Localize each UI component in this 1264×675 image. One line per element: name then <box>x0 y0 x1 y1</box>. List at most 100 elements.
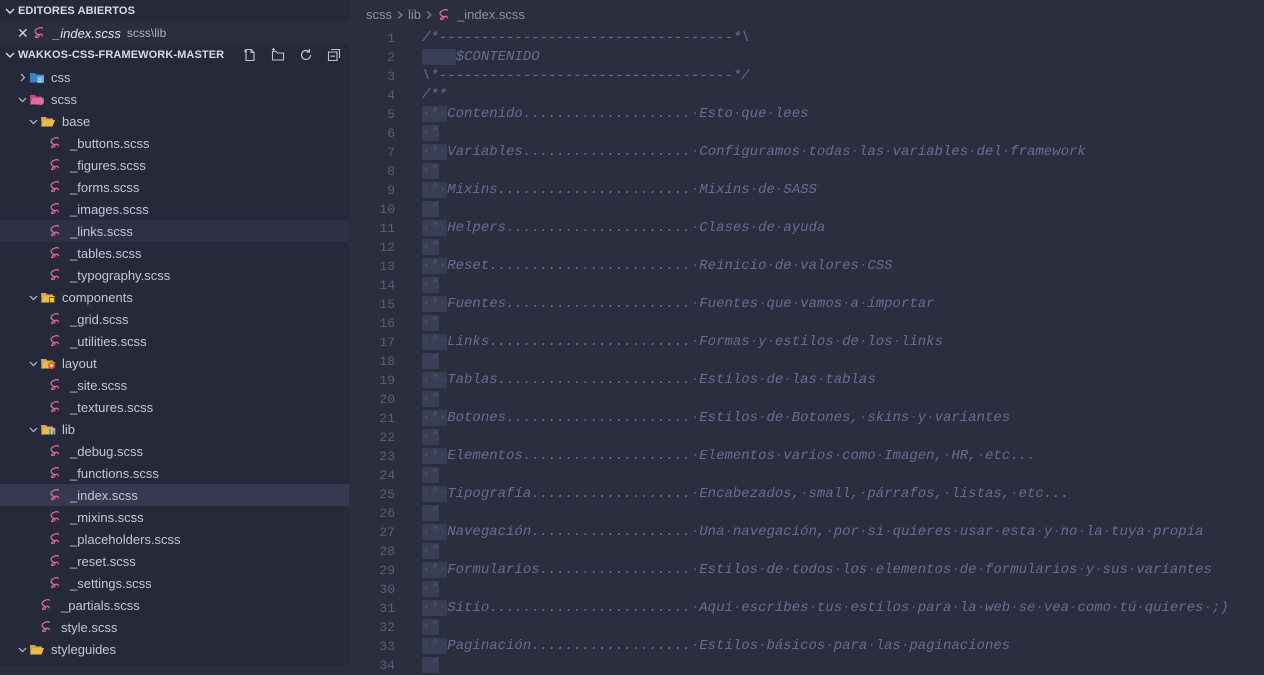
breadcrumb: scss lib _index.scss <box>350 0 1264 30</box>
code-area[interactable]: 1 /*-----------------------------------*\… <box>350 29 1264 675</box>
code-content: Elementos....................·Elementos·… <box>447 448 1036 464</box>
breadcrumb-item[interactable]: scss <box>366 7 392 22</box>
whitespace-dot: · <box>951 524 960 540</box>
new-folder-icon[interactable] <box>269 46 287 64</box>
tree-folder[interactable]: components <box>0 286 349 308</box>
whitespace-dot: · <box>858 296 868 312</box>
tree-file[interactable]: _reset.scss <box>0 550 349 572</box>
line-number: 34 <box>379 658 395 673</box>
tree-folder[interactable]: 3 css <box>0 66 349 88</box>
svg-text:3: 3 <box>38 78 41 84</box>
whitespace-dot: · <box>976 448 985 464</box>
tree-file[interactable]: _placeholders.scss <box>0 528 349 550</box>
tree-file[interactable]: _tables.scss <box>0 242 349 264</box>
whitespace-dot: · <box>1077 524 1086 540</box>
tree-file[interactable]: _forms.scss <box>0 176 349 198</box>
tree-file[interactable]: _buttons.scss <box>0 132 349 154</box>
whitespace-dot: · <box>758 638 767 654</box>
code-line: 31 ·*·Sitio........................·Aquí·… <box>350 599 1264 618</box>
tree-folder[interactable]: styleguides <box>0 638 349 660</box>
code-text: ·*·Links........................·Formas·… <box>422 333 943 352</box>
explorer-sidebar: EDITORES ABIERTOS ✕ _index.scss scss\lib… <box>0 0 349 665</box>
code-content: Formularios..................·Estilos·de… <box>447 562 1212 578</box>
tree-item-label: _debug.scss <box>70 443 143 459</box>
sass-file-icon <box>47 311 65 327</box>
indent-whitespace: ···· <box>422 49 456 65</box>
sass-file-icon <box>47 333 65 349</box>
tree-folder[interactable]: layout <box>0 352 349 374</box>
code-text: ·*·Variables....................·Configu… <box>422 143 1086 162</box>
indent-whitespace: ·* <box>422 391 439 407</box>
whitespace-dot: · <box>833 562 843 578</box>
tree-folder[interactable]: base <box>0 110 349 132</box>
tree-file[interactable]: _index.scss <box>0 484 349 506</box>
whitespace-dot: · <box>732 106 742 122</box>
chevron-right-icon[interactable] <box>16 73 28 82</box>
new-file-icon[interactable] <box>241 46 259 64</box>
code-text: ·* <box>422 428 439 447</box>
tree-file[interactable]: _figures.scss <box>0 154 349 176</box>
tree-file[interactable]: _images.scss <box>0 198 349 220</box>
line-number: 18 <box>379 354 395 369</box>
chevron-down-icon <box>3 6 17 16</box>
chevron-down-icon[interactable] <box>16 95 28 104</box>
line-number: 11 <box>379 221 395 236</box>
project-header[interactable]: WAKKOS-CSS-FRAMEWORK-MASTER <box>0 44 349 66</box>
chevron-down-icon[interactable] <box>27 359 39 368</box>
breadcrumb-item[interactable]: lib <box>408 7 421 22</box>
line-number: 9 <box>387 183 395 198</box>
tree-item-label: _links.scss <box>70 223 133 239</box>
indent-whitespace: ·*· <box>422 182 448 198</box>
tree-file[interactable]: style.scss <box>0 616 349 638</box>
layout-folder-icon <box>39 355 57 371</box>
code-line: 3 \*-----------------------------------*/ <box>350 67 1264 86</box>
chevron-down-icon[interactable] <box>27 293 39 302</box>
tree-file[interactable]: _links.scss <box>0 220 349 242</box>
tree-file[interactable]: _grid.scss <box>0 308 349 330</box>
line-number: 32 <box>379 620 395 635</box>
tree-file[interactable]: _functions.scss <box>0 462 349 484</box>
open-editor-item[interactable]: ✕ _index.scss scss\lib <box>0 22 349 44</box>
collapse-all-icon[interactable] <box>325 46 343 64</box>
refresh-icon[interactable] <box>297 46 315 64</box>
whitespace-dot: · <box>875 448 885 464</box>
tree-file[interactable]: _typography.scss <box>0 264 349 286</box>
line-number: 5 <box>387 107 395 122</box>
sass-file-icon <box>47 201 65 217</box>
sass-file-icon <box>47 267 65 283</box>
code-content: \*-----------------------------------*/ <box>422 68 750 84</box>
line-number: 14 <box>379 278 395 293</box>
tree-folder[interactable]: scss <box>0 88 349 110</box>
open-editors-header[interactable]: EDITORES ABIERTOS <box>0 0 349 22</box>
tree-item-label: _grid.scss <box>70 311 129 327</box>
whitespace-dot: · <box>1094 562 1103 578</box>
code-text: ·*·Elementos....................·Element… <box>422 447 1035 466</box>
line-number: 27 <box>379 525 395 540</box>
chevron-down-icon[interactable] <box>27 117 39 126</box>
tree-file[interactable]: _textures.scss <box>0 396 349 418</box>
tree-file[interactable]: _settings.scss <box>0 572 349 594</box>
line-number: 28 <box>379 544 395 559</box>
code-text: /** <box>422 86 447 105</box>
code-content: Tablas.......................·Estilos·de… <box>447 372 876 388</box>
chevron-down-icon[interactable] <box>16 645 28 654</box>
tree-file[interactable]: _mixins.scss <box>0 506 349 528</box>
code-text: ·* <box>422 504 439 523</box>
tree-file[interactable]: _utilities.scss <box>0 330 349 352</box>
chevron-down-icon[interactable] <box>27 425 39 434</box>
tree-file[interactable]: _partials.scss <box>0 594 349 616</box>
close-icon[interactable]: ✕ <box>17 25 29 42</box>
code-text: ·* <box>422 580 439 599</box>
whitespace-dot: · <box>858 524 868 540</box>
tree-file[interactable]: _site.scss <box>0 374 349 396</box>
code-text: ·* <box>422 618 439 637</box>
tree-folder[interactable]: lib <box>0 418 349 440</box>
whitespace-dot: · <box>749 220 759 236</box>
whitespace-dot: · <box>825 524 834 540</box>
code-editor[interactable]: scss lib _index.scss 1 /*----------------… <box>350 0 1264 673</box>
code-line: 25 ·*·Tipografía...................·Encab… <box>350 485 1264 504</box>
tree-file[interactable]: _debug.scss <box>0 440 349 462</box>
line-number: 22 <box>379 430 395 445</box>
whitespace-dot: · <box>690 144 700 160</box>
breadcrumb-item[interactable]: _index.scss <box>457 7 525 22</box>
